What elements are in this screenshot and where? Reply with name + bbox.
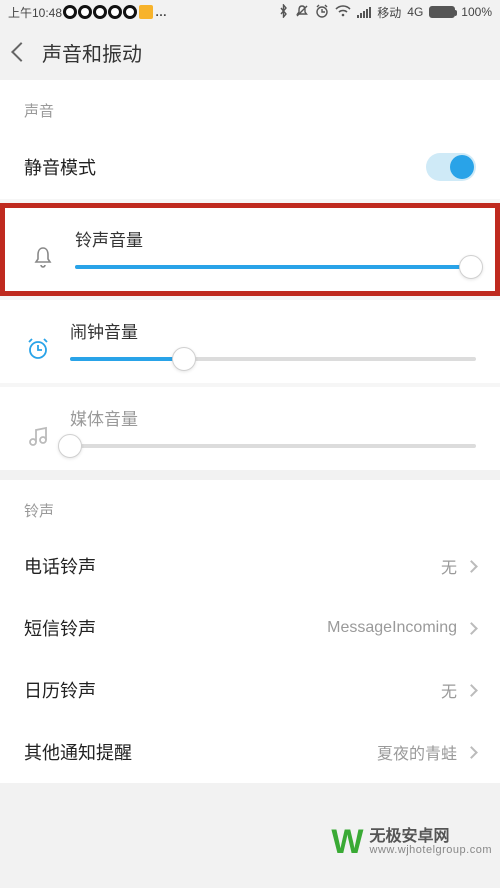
network-label: 4G [407, 5, 423, 19]
silent-mode-row[interactable]: 静音模式 [0, 135, 500, 199]
sms-ringtone-row[interactable]: 短信铃声 MessageIncoming [0, 597, 500, 659]
sms-ringtone-label: 短信铃声 [24, 615, 96, 641]
status-bar: 上午10:48 … [0, 0, 500, 24]
media-volume-row[interactable]: 媒体音量 [0, 387, 500, 470]
section-ringtone-label: 铃声 [0, 480, 500, 535]
silent-mode-switch[interactable] [426, 153, 476, 181]
alarm-volume-row[interactable]: 闹钟音量 [0, 300, 500, 383]
section-sound-label: 声音 [0, 80, 500, 135]
wifi-icon [335, 5, 351, 20]
alarm-volume-slider[interactable] [70, 357, 476, 361]
highlight-ring-volume: 铃声音量 [0, 203, 500, 296]
music-note-icon [24, 424, 52, 448]
ring-volume-row[interactable]: 铃声音量 [5, 208, 495, 291]
watermark-line2: www.wjhotelgroup.com [370, 845, 493, 856]
media-volume-label: 媒体音量 [70, 405, 476, 430]
title-bar: 声音和振动 [0, 24, 500, 80]
other-notification-row[interactable]: 其他通知提醒 夏夜的青蛙 [0, 721, 500, 783]
battery-icon [429, 6, 455, 18]
calendar-ringtone-value: 无 [441, 678, 457, 702]
calendar-ringtone-label: 日历铃声 [24, 677, 96, 703]
signal-icon [357, 6, 371, 18]
back-icon[interactable] [11, 42, 31, 62]
phone-ringtone-label: 电话铃声 [24, 553, 96, 579]
phone-ringtone-row[interactable]: 电话铃声 无 [0, 535, 500, 597]
alarm-volume-label: 闹钟音量 [70, 318, 476, 343]
status-time: 上午10:48 [8, 4, 62, 21]
other-notification-value: 夏夜的青蛙 [377, 740, 457, 764]
chevron-right-icon [465, 622, 478, 635]
battery-pct: 100% [461, 5, 492, 19]
qq-icon [108, 5, 122, 19]
watermark-logo-icon: W [331, 823, 363, 862]
chevron-right-icon [465, 560, 478, 573]
alarm-icon [315, 4, 329, 21]
other-notification-label: 其他通知提醒 [24, 739, 132, 765]
qq-icon [63, 5, 77, 19]
qq-icon [93, 5, 107, 19]
media-volume-slider[interactable] [70, 444, 476, 448]
chevron-right-icon [465, 746, 478, 759]
watermark-line1: 无极安卓网 [370, 829, 493, 845]
ring-volume-label: 铃声音量 [75, 226, 471, 251]
sms-ringtone-value: MessageIncoming [327, 619, 457, 637]
qq-icon [123, 5, 137, 19]
silent-mode-label: 静音模式 [24, 154, 96, 180]
watermark: W 无极安卓网 www.wjhotelgroup.com [331, 823, 492, 862]
bell-icon [29, 245, 57, 269]
bluetooth-icon [278, 4, 289, 21]
alarm-clock-icon [24, 337, 52, 361]
more-notifications-icon: … [155, 5, 169, 19]
calendar-ringtone-row[interactable]: 日历铃声 无 [0, 659, 500, 721]
chevron-right-icon [465, 684, 478, 697]
dnd-icon [295, 4, 309, 21]
ring-volume-slider[interactable] [75, 265, 471, 269]
notification-icon [139, 5, 153, 19]
qq-icon [78, 5, 92, 19]
page-title: 声音和振动 [42, 38, 142, 67]
carrier-label: 移动 [377, 4, 401, 21]
phone-ringtone-value: 无 [441, 554, 457, 578]
